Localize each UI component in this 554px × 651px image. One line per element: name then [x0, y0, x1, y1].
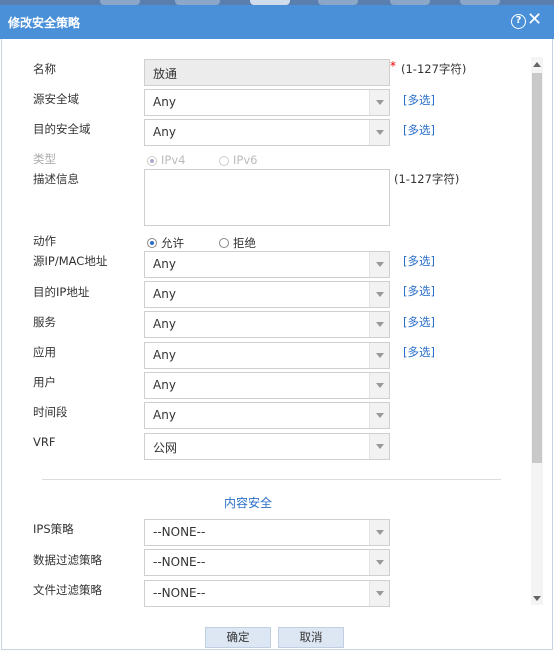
data-filter-policy-label: 数据过滤策略: [33, 553, 102, 567]
dst-addr-select[interactable]: Any: [144, 281, 390, 308]
action-permit-label[interactable]: 允许: [161, 235, 184, 251]
time-range-select[interactable]: Any: [144, 402, 390, 429]
data-filter-policy-value: --NONE--: [153, 555, 206, 569]
user-select[interactable]: Any: [144, 372, 390, 399]
dst-zone-select[interactable]: Any: [144, 119, 390, 146]
action-label: 动作: [33, 234, 56, 248]
app-select[interactable]: Any: [144, 342, 390, 369]
chevron-down-icon[interactable]: [369, 252, 389, 277]
scroll-up-arrow-icon[interactable]: [533, 62, 541, 67]
name-field[interactable]: 放通: [144, 59, 390, 86]
file-filter-policy-label: 文件过滤策略: [33, 583, 102, 597]
name-hint: (1-127字符): [401, 62, 467, 76]
service-label: 服务: [33, 315, 56, 329]
dst-addr-multiselect-link[interactable]: [多选]: [403, 283, 435, 299]
vertical-scrollbar[interactable]: [531, 57, 543, 605]
ips-policy-label: IPS策略: [33, 522, 74, 536]
vrf-select[interactable]: 公网: [144, 433, 390, 460]
dst-addr-value: Any: [153, 287, 176, 301]
action-deny-radio[interactable]: [219, 238, 229, 248]
required-mark: *: [390, 59, 396, 73]
chevron-down-icon[interactable]: [369, 373, 389, 398]
src-zone-multiselect-link[interactable]: [多选]: [403, 92, 435, 108]
app-multiselect-link[interactable]: [多选]: [403, 344, 435, 360]
description-hint: (1-127字符): [394, 172, 460, 186]
type-ipv4-label: IPv4: [161, 153, 186, 167]
src-addr-label: 源IP/MAC地址: [33, 254, 108, 268]
dst-zone-value: Any: [153, 125, 176, 139]
type-label: 类型: [33, 152, 56, 166]
file-filter-policy-select[interactable]: --NONE--: [144, 580, 390, 607]
dialog-title: 修改安全策略: [8, 16, 81, 30]
src-addr-select[interactable]: Any: [144, 251, 390, 278]
dialog-content: 名称 放通 * (1-127字符) 源安全域 Any [多选] 目的安全域 An…: [1, 39, 553, 650]
action-deny-label[interactable]: 拒绝: [233, 235, 256, 251]
type-ipv6-label: IPv6: [233, 153, 258, 167]
service-multiselect-link[interactable]: [多选]: [403, 314, 435, 330]
name-label: 名称: [33, 62, 56, 76]
service-value: Any: [153, 317, 176, 331]
src-zone-value: Any: [153, 95, 176, 109]
src-addr-value: Any: [153, 257, 176, 271]
section-divider: [42, 479, 501, 480]
chevron-down-icon[interactable]: [369, 434, 389, 459]
chevron-down-icon[interactable]: [369, 343, 389, 368]
description-label: 描述信息: [33, 172, 79, 186]
scrollbar-thumb[interactable]: [532, 73, 542, 463]
src-zone-select[interactable]: Any: [144, 89, 390, 116]
time-range-label: 时间段: [33, 405, 68, 419]
dialog-titlebar: 修改安全策略 ? ✕: [0, 5, 554, 39]
scroll-down-arrow-icon[interactable]: [533, 596, 541, 601]
ips-policy-select[interactable]: --NONE--: [144, 519, 390, 546]
vrf-label: VRF: [33, 435, 56, 449]
cancel-button[interactable]: 取消: [278, 627, 344, 648]
service-select[interactable]: Any: [144, 311, 390, 338]
time-range-value: Any: [153, 408, 176, 422]
close-icon[interactable]: ✕: [527, 9, 542, 31]
user-label: 用户: [33, 375, 56, 389]
chevron-down-icon[interactable]: [369, 581, 389, 606]
app-value: Any: [153, 348, 176, 362]
data-filter-policy-select[interactable]: --NONE--: [144, 549, 390, 576]
action-permit-radio[interactable]: [147, 238, 157, 248]
name-value: 放通: [153, 67, 178, 81]
chevron-down-icon[interactable]: [369, 120, 389, 145]
chevron-down-icon[interactable]: [369, 520, 389, 545]
src-zone-label: 源安全域: [33, 92, 79, 106]
dst-zone-multiselect-link[interactable]: [多选]: [403, 122, 435, 138]
chevron-down-icon[interactable]: [369, 90, 389, 115]
chevron-down-icon[interactable]: [369, 282, 389, 307]
ok-button[interactable]: 确定: [205, 627, 271, 648]
src-addr-multiselect-link[interactable]: [多选]: [403, 253, 435, 269]
user-value: Any: [153, 378, 176, 392]
help-icon[interactable]: ?: [511, 14, 526, 29]
file-filter-policy-value: --NONE--: [153, 586, 206, 600]
content-security-section-title: 内容安全: [224, 496, 273, 510]
type-ipv4-radio: [147, 156, 157, 166]
dst-zone-label: 目的安全域: [33, 122, 91, 136]
dst-addr-label: 目的IP地址: [33, 285, 90, 299]
ips-policy-value: --NONE--: [153, 525, 206, 539]
description-textarea[interactable]: [144, 169, 390, 226]
chevron-down-icon[interactable]: [369, 312, 389, 337]
app-label: 应用: [33, 345, 56, 359]
type-ipv6-radio: [219, 156, 229, 166]
vrf-value: 公网: [153, 441, 178, 455]
chevron-down-icon[interactable]: [369, 550, 389, 575]
chevron-down-icon[interactable]: [369, 403, 389, 428]
